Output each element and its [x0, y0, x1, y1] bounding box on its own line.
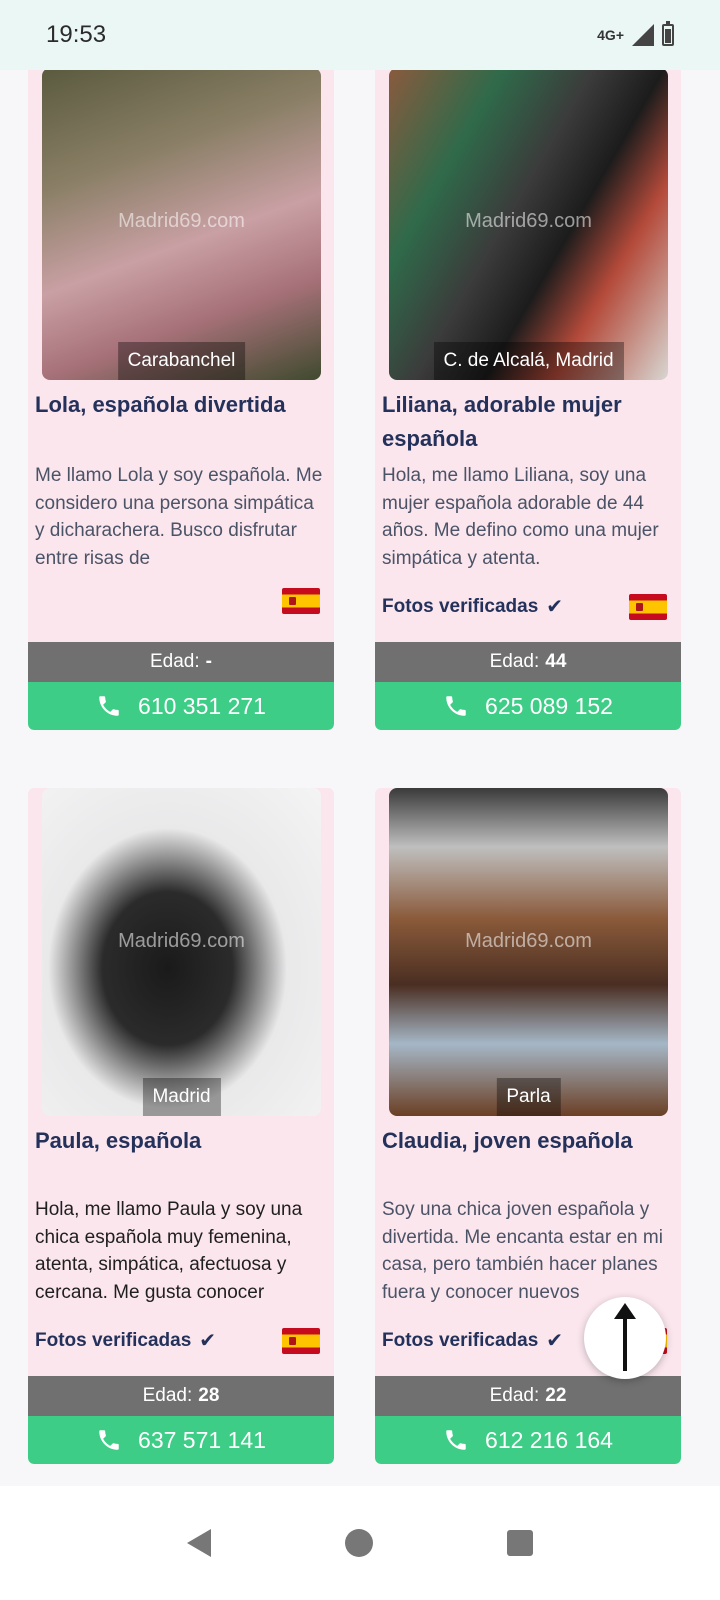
navigation-bar — [0, 1486, 720, 1600]
phone-icon — [96, 1427, 122, 1453]
watermark: Madrid69.com — [118, 210, 245, 232]
verified-badge: Fotos verificadas ✔ — [35, 1328, 216, 1353]
listing-card[interactable]: Madrid69.com Madrid Paula, española Hola… — [28, 788, 334, 1464]
call-button[interactable]: 610 351 271 — [28, 682, 334, 730]
back-icon[interactable] — [187, 1529, 211, 1557]
phone-number: 612 216 164 — [485, 1426, 613, 1453]
verified-badge: Fotos verificadas ✔ — [382, 1328, 563, 1353]
listing-card[interactable]: Madrid69.com C. de Alcalá, Madrid Lilian… — [375, 54, 681, 730]
status-bar: 19:53 4G+ — [0, 0, 720, 70]
location-label: C. de Alcalá, Madrid — [433, 342, 624, 380]
age-label: Edad: — [489, 1385, 540, 1406]
battery-icon — [662, 21, 674, 46]
recent-apps-icon[interactable] — [507, 1530, 533, 1556]
verified-label: Fotos verificadas — [35, 1329, 192, 1351]
listing-photo[interactable]: Madrid69.com C. de Alcalá, Madrid — [389, 68, 668, 380]
listing-description: Hola, me llamo Liliana, soy una mujer es… — [382, 465, 659, 569]
phone-icon — [96, 693, 122, 719]
listing-description: Me llamo Lola y soy española. Me conside… — [35, 465, 323, 569]
check-icon: ✔ — [546, 1330, 564, 1352]
location-label: Madrid — [142, 1078, 221, 1116]
listing-title[interactable]: Lola, española divertida — [35, 388, 327, 422]
listing-card[interactable]: Madrid69.com Carabanchel Lola, española … — [28, 54, 334, 730]
age-value: 28 — [198, 1385, 220, 1406]
age-value: - — [205, 651, 212, 672]
location-label: Parla — [496, 1078, 561, 1116]
watermark: Madrid69.com — [118, 930, 245, 952]
verified-label: Fotos verificadas — [382, 1329, 539, 1351]
age-bar: Edad: 44 — [375, 642, 681, 682]
call-button[interactable]: 637 571 141 — [28, 1416, 334, 1464]
watermark: Madrid69.com — [465, 210, 592, 232]
scroll-top-button[interactable] — [584, 1297, 666, 1379]
watermark: Madrid69.com — [465, 930, 592, 952]
arrow-up-icon — [614, 1303, 636, 1371]
status-time: 19:53 — [46, 21, 107, 48]
listing-description: Soy una chica joven española y divertida… — [382, 1199, 663, 1303]
listing-photo[interactable]: Madrid69.com Parla — [389, 788, 668, 1116]
listing-description: Hola, me llamo Paula y soy una chica esp… — [35, 1199, 303, 1303]
spain-flag-icon — [282, 588, 320, 614]
signal-icon — [632, 24, 654, 46]
age-label: Edad: — [489, 651, 540, 672]
listing-title[interactable]: Liliana, adorable mujer española — [382, 388, 674, 456]
phone-number: 625 089 152 — [485, 692, 613, 719]
age-value: 44 — [545, 651, 567, 672]
listing-photo[interactable]: Madrid69.com Madrid — [42, 788, 321, 1116]
call-button[interactable]: 625 089 152 — [375, 682, 681, 730]
phone-number: 637 571 141 — [138, 1426, 266, 1453]
check-icon: ✔ — [546, 596, 564, 618]
spain-flag-icon — [282, 1328, 320, 1354]
listing-photo[interactable]: Madrid69.com Carabanchel — [42, 68, 321, 380]
age-bar: Edad: 22 — [375, 1376, 681, 1416]
age-value: 22 — [545, 1385, 567, 1406]
call-button[interactable]: 612 216 164 — [375, 1416, 681, 1464]
age-label: Edad: — [150, 651, 200, 672]
verified-label: Fotos verificadas — [382, 595, 539, 617]
phone-icon — [443, 1427, 469, 1453]
age-bar: Edad: - — [28, 642, 334, 682]
check-icon: ✔ — [199, 1330, 217, 1352]
spain-flag-icon — [629, 594, 667, 620]
location-label: Carabanchel — [117, 342, 246, 380]
phone-number: 610 351 271 — [138, 692, 266, 719]
verified-badge: Fotos verificadas ✔ — [382, 594, 563, 619]
status-icons: 4G+ — [597, 21, 674, 46]
home-icon[interactable] — [345, 1529, 373, 1557]
listing-title[interactable]: Claudia, joven española — [382, 1124, 674, 1158]
age-bar: Edad: 28 — [28, 1376, 334, 1416]
phone-icon — [443, 693, 469, 719]
listing-title[interactable]: Paula, española — [35, 1124, 327, 1158]
network-type: 4G+ — [597, 27, 624, 43]
age-label: Edad: — [142, 1385, 193, 1406]
